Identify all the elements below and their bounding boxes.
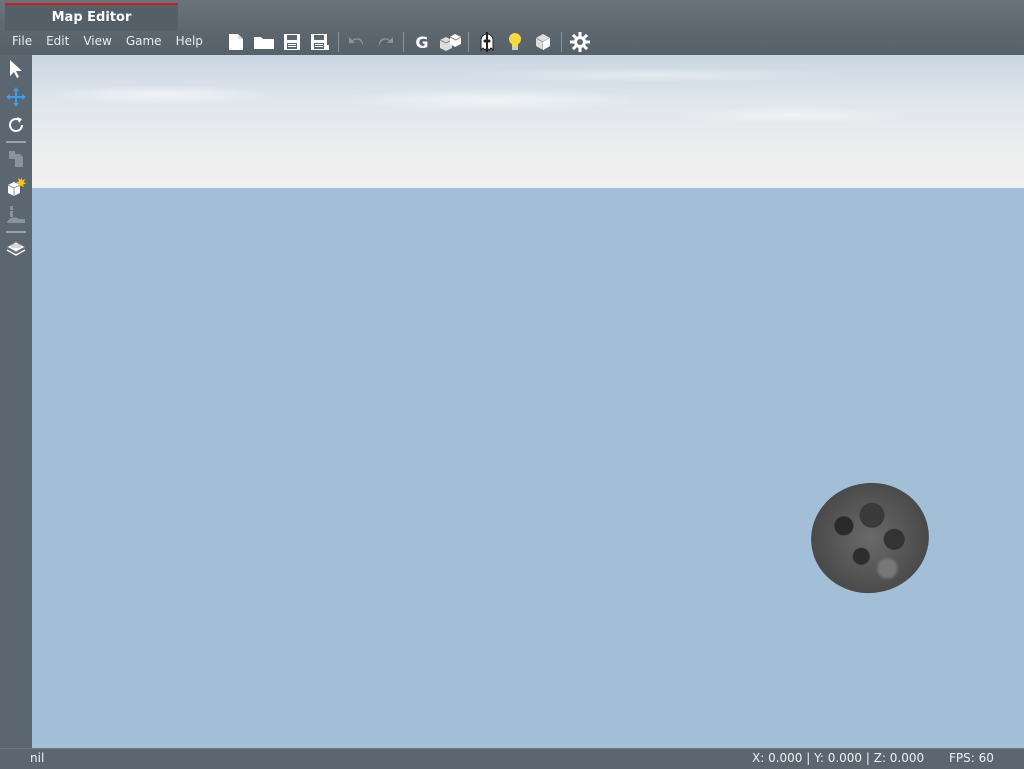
menu-edit[interactable]: Edit — [39, 30, 76, 53]
top-bar: Map Editor File Edit View Game Help G — [0, 0, 1024, 55]
menu-file[interactable]: File — [5, 30, 39, 53]
rotate-icon[interactable] — [0, 111, 32, 139]
cube-icon[interactable] — [530, 29, 556, 55]
map-layers-icon[interactable] — [0, 235, 32, 263]
open-folder-icon[interactable] — [251, 29, 277, 55]
status-fps: FPS: 60 — [949, 751, 994, 765]
status-bar: nil X: 0.000 | Y: 0.000 | Z: 0.000 FPS: … — [0, 748, 1024, 769]
menu-help[interactable]: Help — [169, 30, 210, 53]
move-arrows-icon[interactable] — [0, 83, 32, 111]
toolbar: G — [222, 29, 594, 55]
left-toolbar-separator — [6, 231, 26, 233]
objects-icon[interactable] — [437, 29, 463, 55]
save-as-icon[interactable] — [307, 29, 333, 55]
status-coordinates: X: 0.000 | Y: 0.000 | Z: 0.000 — [752, 751, 925, 765]
menu-game[interactable]: Game — [119, 30, 169, 53]
menu-view[interactable]: View — [76, 30, 118, 53]
redo-icon[interactable] — [372, 29, 398, 55]
lightbulb-icon[interactable] — [502, 29, 528, 55]
element-browser-icon[interactable] — [0, 145, 32, 173]
left-toolbar — [0, 55, 32, 748]
toolbar-separator — [561, 32, 562, 52]
gear-icon[interactable] — [567, 29, 593, 55]
ghost-icon[interactable] — [474, 29, 500, 55]
toolbar-separator — [468, 32, 469, 52]
status-selection: nil — [30, 751, 45, 765]
gravity-g-icon[interactable]: G — [409, 29, 435, 55]
window-title: Map Editor — [5, 3, 178, 31]
save-icon[interactable] — [279, 29, 305, 55]
player-spawn-icon[interactable] — [0, 201, 32, 229]
select-arrow-icon[interactable] — [0, 55, 32, 83]
undo-icon[interactable] — [344, 29, 370, 55]
new-file-icon[interactable] — [223, 29, 249, 55]
create-object-icon[interactable] — [0, 173, 32, 201]
svg-text:G: G — [415, 33, 428, 51]
toolbar-separator — [338, 32, 339, 52]
map-viewport[interactable] — [32, 55, 1024, 748]
sky-horizon — [32, 55, 1024, 188]
moon — [802, 473, 938, 603]
toolbar-separator — [403, 32, 404, 52]
left-toolbar-separator — [6, 141, 26, 143]
menu-bar: File Edit View Game Help — [5, 30, 210, 53]
